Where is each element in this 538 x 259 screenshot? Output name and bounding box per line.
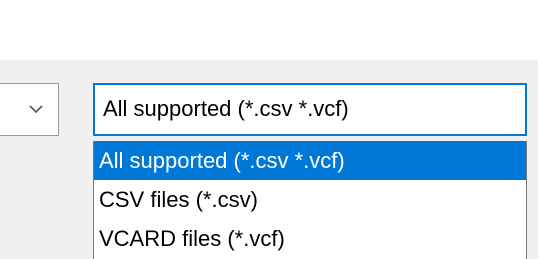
left-dropdown[interactable] (0, 83, 59, 136)
chevron-down-icon[interactable] (29, 102, 43, 116)
dropdown-option-all-supported[interactable]: All supported (*.csv *.vcf) (94, 141, 526, 180)
dropdown-option-vcard[interactable]: VCARD files (*.vcf) (94, 219, 526, 258)
top-blank-area (0, 0, 538, 60)
filter-selected-value: All supported (*.csv *.vcf) (103, 96, 349, 121)
dropdown-option-csv[interactable]: CSV files (*.csv) (94, 180, 526, 219)
file-type-dropdown-list: All supported (*.csv *.vcf) CSV files (*… (93, 141, 527, 259)
file-type-filter-select[interactable]: All supported (*.csv *.vcf) (93, 83, 527, 136)
